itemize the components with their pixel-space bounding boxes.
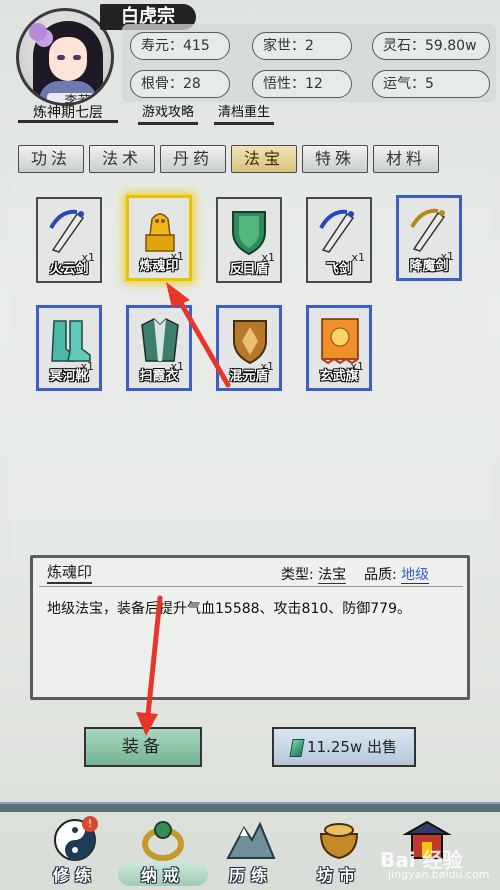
stats-panel: 寿元：415 家世：2 灵石：59.80w 根骨：28 悟性：12 运气：5 (122, 24, 496, 102)
inventory-item[interactable]: x1 扫霞衣 (126, 305, 192, 391)
quality-label: 品质: (363, 567, 397, 583)
stat-family: 家世：2 (252, 32, 352, 60)
tab-teshu[interactable]: 特殊 (302, 145, 368, 173)
tab-fashu[interactable]: 法术 (89, 145, 155, 173)
nav-item-adventure[interactable]: 历练 (206, 816, 296, 888)
inventory-item[interactable]: x1 冥河靴 (36, 305, 102, 391)
detail-meta: 类型: 法宝 品质: 地级 (281, 564, 430, 584)
inventory-panel: x1 火云剑 x1 炼魂印 x1 反目盾 x1 飞剑 x1 降魔剑 x1 冥河靴… (10, 175, 490, 560)
inventory-item[interactable]: x1 飞剑 (306, 197, 372, 283)
robe-icon (138, 314, 182, 366)
sword-icon (47, 205, 91, 257)
ring-icon (136, 816, 190, 864)
avatar-eye-right (73, 55, 81, 60)
nav-rail (0, 802, 500, 812)
stat-bone: 根骨：28 (130, 70, 230, 98)
spirit-stone-icon (289, 738, 305, 757)
golden-seal-icon (138, 204, 182, 256)
inventory-item[interactable]: x1 火云剑 (36, 197, 102, 283)
game-guide-link[interactable]: 游戏攻略 (138, 104, 199, 125)
inventory-item[interactable]: x1 混元盾 (216, 305, 282, 391)
avatar-eye-left (57, 55, 65, 60)
stat-insight: 悟性：12 (252, 70, 352, 98)
sword-icon (317, 205, 361, 257)
inventory-item[interactable]: x1 降魔剑 (396, 195, 462, 281)
type-value: 法宝 (318, 567, 347, 584)
detail-item-name: 炼魂印 (47, 562, 93, 584)
nav-item-market[interactable]: 坊市 (294, 816, 384, 888)
detail-description: 地级法宝，装备后提升气血15588、攻击810、防御779。 (47, 601, 411, 617)
type-label: 类型: (281, 567, 314, 583)
player-header: 李若曦 炼神期七层 白虎宗 寿元：415 家世：2 灵石：59.80w 根骨：2… (0, 0, 500, 135)
flag-icon (318, 314, 362, 366)
sword-icon (408, 204, 452, 256)
cultivation-realm: 炼神期七层 (18, 103, 118, 123)
inventory-item[interactable]: x1 反目盾 (216, 197, 282, 283)
bronze-shield-icon (228, 314, 272, 366)
tab-fabao[interactable]: 法宝 (231, 145, 297, 173)
baidu-watermark-url: jingyan.baidu.com (388, 868, 490, 881)
tab-danyao[interactable]: 丹药 (160, 145, 226, 173)
reset-save-link[interactable]: 清档重生 (214, 104, 275, 125)
nav-item-ring[interactable]: 纳戒 (118, 816, 208, 888)
avatar-face (49, 37, 87, 81)
boots-icon (48, 314, 92, 366)
equip-button[interactable]: 装备 (84, 727, 202, 767)
green-shield-icon (227, 205, 271, 257)
inventory-item[interactable]: x1 玄武旗 (306, 305, 372, 391)
detail-divider (39, 586, 463, 587)
tab-gongfa[interactable]: 功法 (18, 145, 84, 173)
sell-label: 11.25w 出售 (307, 738, 397, 756)
category-tabs: 功法 法术 丹药 法宝 特殊 材料 (18, 145, 482, 175)
stat-lifespan: 寿元：415 (130, 32, 230, 60)
hair-flower-icon (29, 23, 47, 41)
stat-luck: 运气：5 (372, 70, 490, 98)
mountain-icon (224, 816, 278, 864)
stat-spirit-stones: 灵石：59.80w (372, 32, 490, 60)
inventory-item-selected[interactable]: x1 炼魂印 (126, 195, 192, 281)
cauldron-icon (312, 816, 366, 864)
tab-cailiao[interactable]: 材料 (373, 145, 439, 173)
sell-button[interactable]: 11.25w 出售 (272, 727, 416, 767)
notification-badge: ! (82, 816, 98, 832)
quality-value: 地级 (401, 567, 430, 584)
nav-item-cultivate[interactable]: ! 修练 (30, 816, 120, 888)
item-detail-panel: 炼魂印 类型: 法宝 品质: 地级 地级法宝，装备后提升气血15588、攻击81… (30, 555, 470, 700)
